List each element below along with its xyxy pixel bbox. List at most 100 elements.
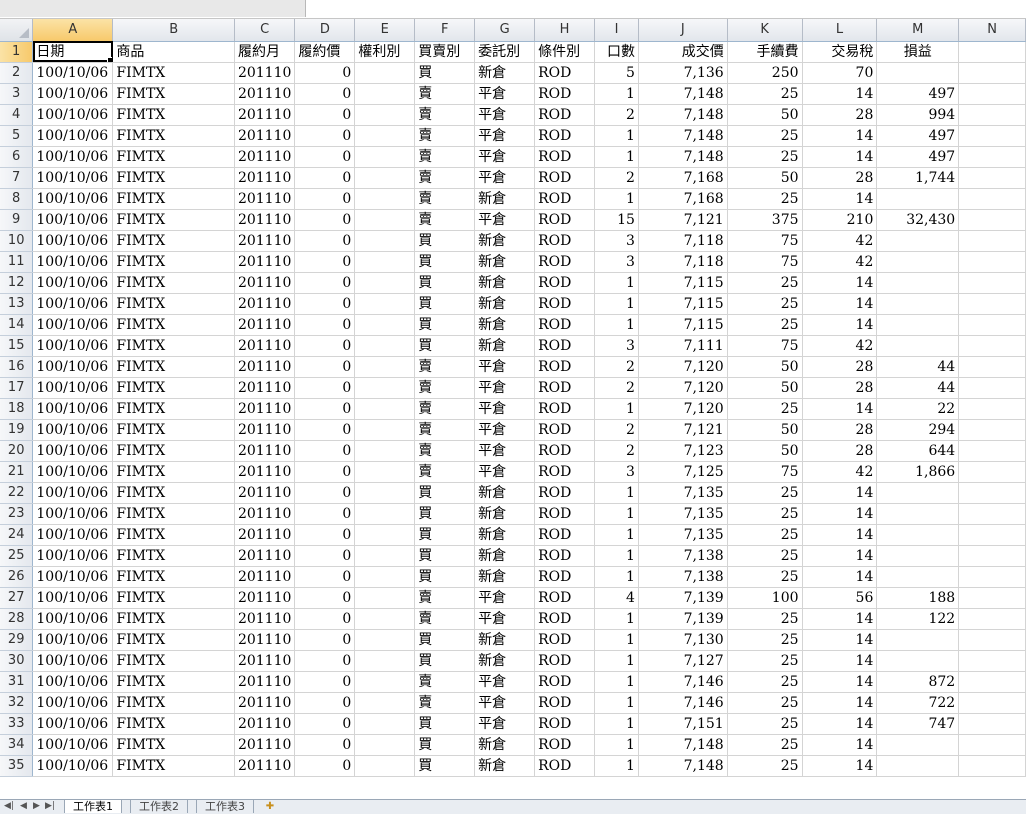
cell[interactable] [354,314,416,336]
cell[interactable]: 25 [727,545,803,567]
cell[interactable]: 100/10/06 [32,335,114,357]
cell[interactable]: ROD [534,419,596,441]
cell[interactable]: 0 [294,755,356,777]
cell[interactable] [958,104,1026,126]
cell[interactable]: 14 [802,314,878,336]
cell[interactable] [354,230,416,252]
cell[interactable]: 28 [802,377,878,399]
cell[interactable]: 0 [294,482,356,504]
cell[interactable]: 新倉 [474,335,536,357]
cell[interactable]: 201110 [234,566,296,588]
cell[interactable]: 賣 [414,692,476,714]
cell[interactable]: 7,148 [638,83,728,105]
cell[interactable]: 25 [727,734,803,756]
cell[interactable] [876,755,960,777]
cell[interactable]: 賣 [414,209,476,231]
cell[interactable]: 平倉 [474,209,536,231]
cell[interactable]: 25 [727,398,803,420]
cell[interactable]: 100/10/06 [32,398,114,420]
cell[interactable]: 平倉 [474,125,536,147]
cell[interactable]: 100/10/06 [32,272,114,294]
cell[interactable]: 201110 [234,398,296,420]
cell[interactable] [958,251,1026,273]
cell[interactable]: 0 [294,209,356,231]
cell[interactable]: FIMTX [112,398,235,420]
last-sheet-icon[interactable]: ▶| [45,801,55,811]
row-header[interactable]: 9 [0,209,34,231]
cell[interactable]: 買 [414,713,476,735]
cell[interactable]: 100/10/06 [32,440,114,462]
cell[interactable]: 新倉 [474,524,536,546]
cell[interactable]: 1 [594,608,639,630]
cell[interactable] [958,293,1026,315]
cell[interactable]: 100/10/06 [32,356,114,378]
next-sheet-icon[interactable]: ▶ [33,801,40,811]
cell[interactable] [958,503,1026,525]
cell[interactable]: 賣 [414,461,476,483]
cell[interactable] [958,524,1026,546]
cell[interactable]: 平倉 [474,83,536,105]
cell[interactable]: 7,118 [638,230,728,252]
cell[interactable] [354,356,416,378]
cell[interactable]: FIMTX [112,545,235,567]
cell[interactable]: 7,138 [638,545,728,567]
header-cell[interactable]: 口數 [594,41,639,63]
cell[interactable]: 14 [802,692,878,714]
cell[interactable]: 7,130 [638,629,728,651]
cell[interactable]: 122 [876,608,960,630]
cell[interactable]: ROD [534,251,596,273]
cell[interactable]: 新倉 [474,251,536,273]
cell[interactable]: 25 [727,188,803,210]
cell[interactable]: 1 [594,545,639,567]
cell[interactable]: 平倉 [474,587,536,609]
cell[interactable]: 0 [294,167,356,189]
cell[interactable]: FIMTX [112,146,235,168]
cell[interactable] [354,83,416,105]
cell[interactable]: 賣 [414,104,476,126]
cell[interactable]: 100/10/06 [32,650,114,672]
cell[interactable]: 0 [294,713,356,735]
cell[interactable]: FIMTX [112,734,235,756]
cell[interactable]: 0 [294,104,356,126]
cell[interactable]: 1 [594,482,639,504]
cell[interactable]: 1,744 [876,167,960,189]
cell[interactable]: 32,430 [876,209,960,231]
header-cell[interactable]: 成交價 [638,41,728,63]
cell[interactable]: 7,139 [638,608,728,630]
cell[interactable]: 1 [594,692,639,714]
row-header[interactable]: 20 [0,440,34,462]
cell[interactable] [876,503,960,525]
cell[interactable]: 28 [802,167,878,189]
cell[interactable]: 100/10/06 [32,209,114,231]
cell[interactable]: FIMTX [112,629,235,651]
row-header[interactable]: 4 [0,104,34,126]
column-header-a[interactable]: A [32,19,114,42]
cell[interactable]: 新倉 [474,314,536,336]
cell[interactable]: 賣 [414,188,476,210]
cell[interactable]: FIMTX [112,125,235,147]
cell[interactable]: 201110 [234,314,296,336]
cell[interactable]: 平倉 [474,398,536,420]
cell[interactable]: 201110 [234,377,296,399]
cell[interactable]: FIMTX [112,440,235,462]
cell[interactable]: 1 [594,566,639,588]
cell[interactable] [958,671,1026,693]
cell[interactable]: 14 [802,272,878,294]
cell[interactable]: 497 [876,125,960,147]
cell[interactable]: 42 [802,461,878,483]
cell[interactable]: 新倉 [474,293,536,315]
cell[interactable]: 201110 [234,482,296,504]
cell[interactable]: 1 [594,272,639,294]
cell[interactable]: 新倉 [474,629,536,651]
column-header-d[interactable]: D [294,19,356,42]
cell[interactable]: 0 [294,629,356,651]
cell[interactable] [354,188,416,210]
cell[interactable]: 買 [414,503,476,525]
cell[interactable]: 新倉 [474,230,536,252]
row-header[interactable]: 2 [0,62,34,84]
cell[interactable]: FIMTX [112,167,235,189]
cell[interactable]: 平倉 [474,356,536,378]
cell[interactable]: 7,120 [638,398,728,420]
cell[interactable]: 25 [727,650,803,672]
row-header[interactable]: 15 [0,335,34,357]
